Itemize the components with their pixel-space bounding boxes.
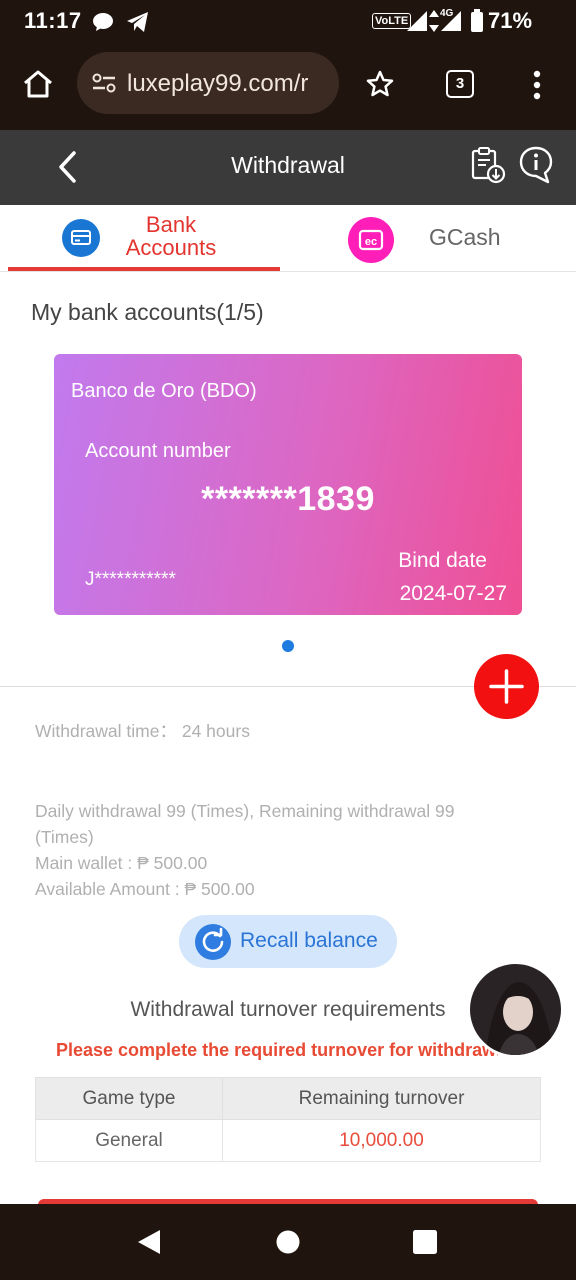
recall-balance-button[interactable]: Recall balance	[179, 915, 397, 968]
bookmark-star-icon[interactable]	[366, 70, 394, 98]
back-triangle-icon[interactable]	[136, 1228, 162, 1256]
account-number-label: Account number	[85, 440, 231, 462]
signal-4g-icon	[441, 11, 461, 31]
withdrawal-time: Withdrawal time： 24 hours	[35, 721, 250, 741]
system-navigation-bar	[0, 1204, 576, 1280]
svg-text:ec: ec	[365, 236, 377, 248]
bank-accounts-heading: My bank accounts(1/5)	[31, 299, 264, 325]
withdrawal-limits: Daily withdrawal 99 (Times), Remaining w…	[35, 798, 505, 902]
app-header: Withdrawal	[0, 130, 576, 205]
carousel-indicator[interactable]	[282, 640, 294, 652]
tab-bank-accounts[interactable]: Bank Accounts	[8, 205, 280, 271]
available-amount-text: Available Amount : ₱ 500.00	[35, 879, 255, 899]
game-type-cell: General	[35, 1119, 223, 1162]
url-text[interactable]: luxeplay99.com/r	[127, 70, 327, 98]
plus-icon	[489, 669, 524, 704]
e-wallet-icon: ec	[348, 217, 394, 263]
column-header-remaining-turnover: Remaining turnover	[222, 1077, 541, 1120]
signal-icon	[407, 11, 427, 31]
turnover-warning: Please complete the required turnover fo…	[56, 1040, 498, 1060]
main-wallet-text: Main wallet : ₱ 500.00	[35, 853, 208, 873]
remaining-turnover-cell: 10,000.00	[222, 1119, 541, 1162]
recents-square-icon[interactable]	[412, 1229, 438, 1255]
payment-method-tabs: Bank Accounts ec GCash	[0, 205, 576, 272]
data-arrows-icon	[429, 10, 439, 32]
recall-balance-label: Recall balance	[240, 929, 378, 952]
browser-toolbar: luxeplay99.com/r 3	[0, 44, 576, 130]
account-number: *******1839	[201, 480, 375, 518]
battery-icon	[471, 9, 483, 32]
status-bar: 11:17 VoLTE 4G 71%	[0, 0, 576, 44]
home-circle-icon[interactable]	[275, 1229, 301, 1255]
clock: 11:17	[24, 8, 82, 33]
home-icon[interactable]	[22, 69, 54, 99]
table-header-row: Game type Remaining turnover	[35, 1077, 541, 1120]
table-row: General 10,000.00	[35, 1119, 541, 1162]
bank-account-card[interactable]: Banco de Oro (BDO) Account number ******…	[54, 354, 522, 615]
bank-card-icon	[62, 219, 100, 257]
tab-gcash[interactable]: ec GCash	[296, 205, 576, 271]
chat-bubble-icon	[93, 13, 113, 31]
refresh-icon	[195, 924, 231, 960]
add-bank-account-button[interactable]	[474, 654, 539, 719]
bind-date-label: Bind date	[398, 549, 487, 572]
support-avatar[interactable]	[467, 961, 564, 1058]
tab-bank-accounts-label: Bank Accounts	[125, 212, 217, 260]
account-holder: J***********	[85, 569, 176, 590]
bank-name: Banco de Oro (BDO)	[71, 380, 257, 402]
daily-withdrawal-text: Daily withdrawal 99 (Times), Remaining w…	[35, 801, 455, 847]
clipboard-download-icon[interactable]	[470, 146, 506, 184]
column-header-game-type: Game type	[35, 1077, 223, 1120]
info-chat-icon[interactable]	[518, 145, 554, 185]
turnover-table: Game type Remaining turnover General 10,…	[35, 1077, 541, 1162]
active-tab-indicator	[8, 267, 280, 271]
telegram-icon	[127, 12, 148, 32]
tab-gcash-label: GCash	[429, 224, 501, 250]
address-bar[interactable]: luxeplay99.com/r	[77, 52, 339, 114]
more-menu-icon[interactable]	[532, 70, 542, 100]
tab-switcher-button[interactable]: 3	[446, 70, 474, 98]
battery-percent: 71%	[488, 8, 533, 33]
site-settings-icon[interactable]	[91, 72, 117, 94]
bind-date: 2024-07-27	[399, 582, 507, 605]
